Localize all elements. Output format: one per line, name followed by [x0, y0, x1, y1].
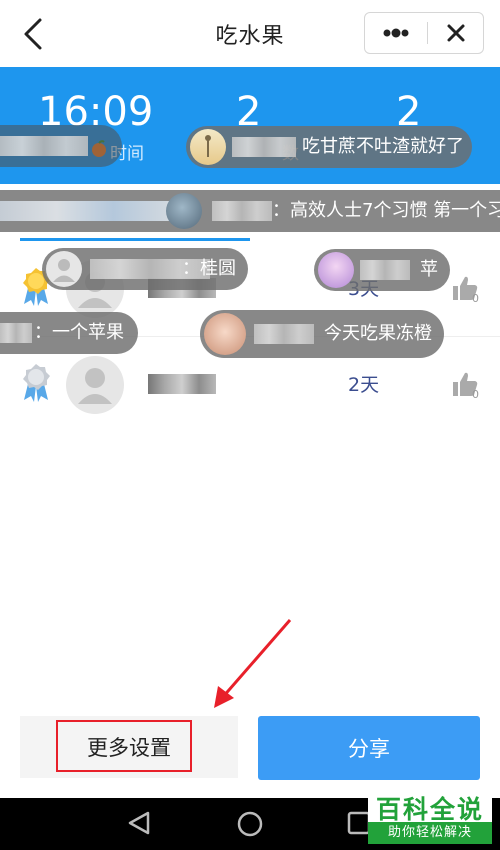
danmaku-bubble: ：桂圆 [42, 248, 248, 290]
ranking-row[interactable]: 2天 0 [0, 348, 500, 418]
watermark-title: 百科全说 [376, 795, 485, 824]
close-icon[interactable] [428, 13, 484, 53]
like-count: 0 [472, 292, 479, 305]
watermark-subtitle: 助你轻松解决 [368, 822, 492, 844]
nav-home-icon[interactable] [236, 810, 264, 838]
danmaku-bubble: ：一个苹果 [0, 312, 138, 354]
danmaku-bubble: 苹 [314, 249, 450, 291]
user-avatar [204, 313, 246, 355]
user-name-blurred [148, 374, 216, 394]
rank-2-medal-icon [23, 364, 50, 402]
user-avatar [66, 356, 124, 414]
watermark-logo: 百科全说 助你轻松解决 [368, 788, 492, 844]
user-avatar [166, 193, 202, 229]
annotation-highlight-box [56, 720, 192, 772]
danmaku-bubble: 今天吃果冻橙 [200, 310, 444, 358]
danmaku-text: 苹 [420, 259, 438, 280]
share-button[interactable]: 分享 [258, 716, 480, 780]
danmaku-text: 吃甘蔗不吐渣就好了 [302, 136, 464, 157]
danmaku-text: ：桂圆 [182, 258, 236, 279]
danmaku-bubble: ：高效人士7个习惯 第一个习 [0, 190, 500, 232]
user-avatar [46, 251, 82, 287]
streak-days: 2天 [348, 374, 380, 396]
danmaku-bubble-blurred [0, 125, 122, 167]
user-avatar [318, 252, 354, 288]
annotation-arrow [214, 619, 292, 708]
danmaku-bubble: 吃甘蔗不吐渣就好了 [186, 126, 472, 168]
nav-back-icon[interactable] [126, 810, 152, 836]
mini-program-capsule [364, 12, 484, 54]
like-count: 0 [472, 388, 479, 401]
app-screen: 吃水果 16:09 2 2 时间 数 [0, 0, 500, 850]
title-bar: 吃水果 [0, 0, 500, 67]
danmaku-text: 今天吃果冻橙 [324, 323, 432, 344]
active-tab-indicator [20, 238, 250, 241]
danmaku-text: ：一个苹果 [34, 322, 124, 343]
more-dots-icon[interactable] [365, 13, 427, 53]
user-avatar [190, 129, 226, 165]
danmaku-text: ：高效人士7个习惯 第一个习 [272, 200, 500, 221]
